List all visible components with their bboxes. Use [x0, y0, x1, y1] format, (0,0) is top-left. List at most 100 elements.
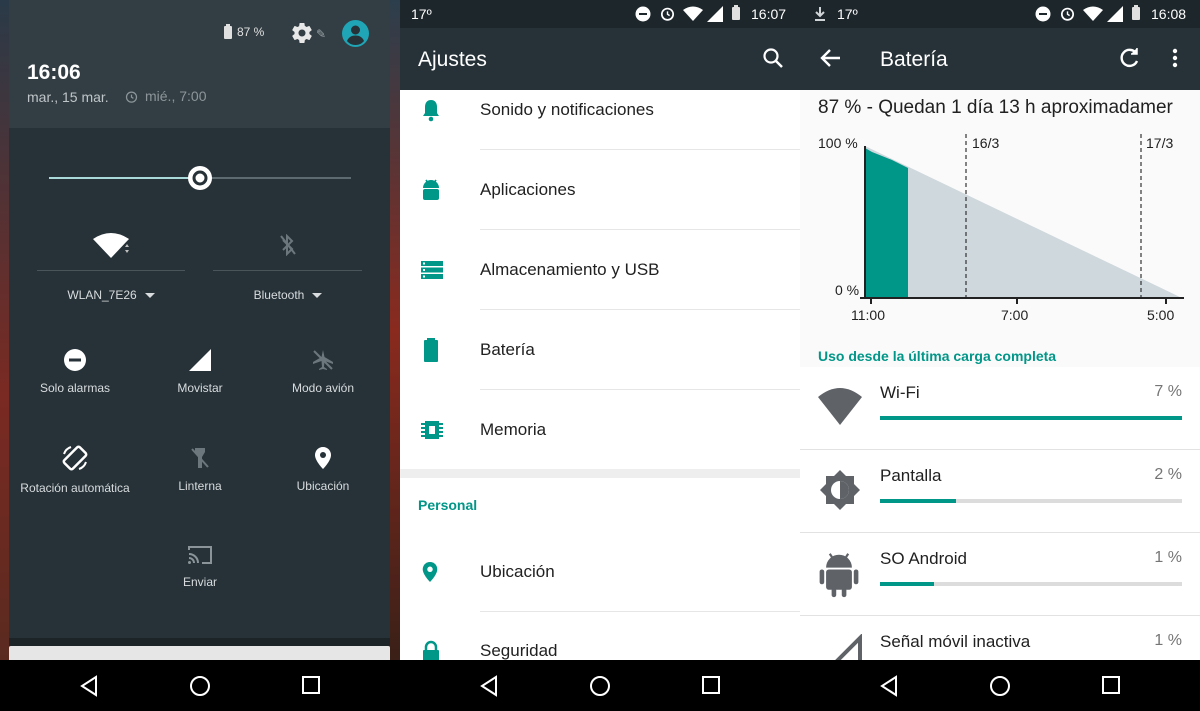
section-header-personal: Personal — [418, 497, 478, 513]
flashlight-off-icon — [191, 448, 209, 468]
lock-icon — [423, 640, 439, 660]
avatar[interactable] — [342, 20, 369, 47]
battery-used-area — [865, 148, 908, 298]
wifi-tile[interactable] — [36, 232, 186, 261]
settings-gear-icon[interactable] — [290, 21, 314, 50]
flashlight-tile[interactable]: Linterna — [135, 446, 265, 493]
airplane-icon — [313, 350, 333, 370]
next-alarm[interactable]: mié., 7:00 — [124, 88, 206, 104]
page-title: Batería — [880, 48, 948, 71]
settings-item-label: Seguridad — [480, 641, 558, 660]
wrench-icon: ✎ — [316, 27, 327, 41]
settings-item-location[interactable]: Ubicación — [400, 532, 800, 612]
clock-time[interactable]: 16:06 — [27, 61, 81, 85]
section-divider — [400, 469, 800, 478]
usage-percent: 7 % — [1154, 383, 1182, 400]
back-icon[interactable] — [478, 675, 500, 697]
settings-screen: 17º 16:07 Ajustes Sonido y notificacione… — [400, 0, 800, 711]
usage-percent: 2 % — [1154, 466, 1182, 483]
alarm-status-icon — [660, 7, 675, 21]
settings-item-label: Memoria — [480, 420, 547, 439]
panel-handle[interactable] — [9, 638, 390, 646]
dnd-status-icon — [1035, 6, 1051, 22]
refresh-icon[interactable] — [1118, 47, 1140, 69]
location-tile[interactable]: Ubicación — [258, 446, 388, 493]
usage-section-header: Uso desde la última carga completa — [818, 348, 1057, 364]
back-icon[interactable] — [878, 675, 900, 697]
do-not-disturb-icon — [64, 349, 86, 371]
nav-bar — [0, 660, 400, 711]
home-icon[interactable] — [989, 675, 1011, 697]
settings-item-battery[interactable]: Batería — [400, 310, 800, 390]
chevron-down-icon — [144, 293, 155, 299]
usage-percent: 1 % — [1154, 632, 1182, 649]
y-label-bottom: 0 % — [835, 282, 859, 298]
home-icon[interactable] — [589, 675, 611, 697]
alarm-icon — [125, 91, 138, 103]
bluetooth-tile[interactable] — [213, 233, 363, 259]
recents-icon[interactable] — [1101, 675, 1121, 695]
settings-item-sound[interactable]: Sonido y notificaciones — [400, 70, 800, 150]
search-icon[interactable] — [762, 47, 784, 69]
airplane-label: Modo avión — [291, 381, 355, 395]
back-icon[interactable] — [78, 675, 100, 697]
settings-item-storage[interactable]: Almacenamiento y USB — [400, 230, 800, 310]
battery-toolbar: Batería — [800, 28, 1200, 90]
wifi-divider — [37, 270, 185, 271]
battery-icon — [224, 23, 232, 39]
recents-icon[interactable] — [701, 675, 721, 695]
bluetooth-divider — [213, 270, 362, 271]
dnd-status-icon — [635, 6, 651, 22]
dnd-tile[interactable]: Solo alarmas — [10, 348, 140, 395]
usage-name: SO Android — [880, 549, 967, 568]
wifi-network-dropdown[interactable]: WLAN_7E26 — [36, 288, 186, 302]
cast-icon — [188, 546, 212, 564]
back-arrow-icon[interactable] — [820, 48, 842, 68]
wifi-network-label: WLAN_7E26 — [67, 288, 137, 302]
notification-card-edge — [9, 646, 390, 660]
settings-item-label: Aplicaciones — [480, 180, 576, 199]
battery-history-chart[interactable]: 100 % 0 % 16/3 17/3 11:00 7:00 5:00 — [800, 126, 1200, 336]
cell-signal-icon — [189, 349, 211, 371]
settings-item-label: Batería — [480, 340, 535, 359]
airplane-mode-tile[interactable]: Modo avión — [258, 348, 388, 395]
settings-item-apps[interactable]: Aplicaciones — [400, 150, 800, 230]
status-time: 16:07 — [751, 6, 787, 22]
chevron-down-icon — [312, 293, 323, 299]
usage-row-cell-standby[interactable]: Señal móvil inactiva 1 % — [800, 616, 1200, 660]
usage-row-screen[interactable]: Pantalla 2 % — [800, 450, 1200, 533]
home-icon[interactable] — [189, 675, 211, 697]
usage-row-android-os[interactable]: SO Android 1 % — [800, 533, 1200, 616]
clock-date[interactable]: mar., 15 mar. — [27, 89, 109, 105]
location-pin-icon — [315, 447, 331, 469]
bluetooth-dropdown[interactable]: Bluetooth — [213, 288, 363, 302]
recents-icon[interactable] — [301, 675, 321, 695]
mobile-data-tile[interactable]: Movistar — [135, 348, 265, 395]
x-tick-label: 11:00 — [851, 307, 885, 323]
bluetooth-off-icon — [280, 233, 296, 257]
usage-name: Señal móvil inactiva — [880, 632, 1031, 651]
cast-tile[interactable]: Enviar — [135, 544, 265, 589]
page-title: Ajustes — [418, 48, 487, 71]
usage-bar — [880, 416, 1182, 420]
status-bar: 17º 16:07 — [400, 0, 800, 28]
settings-item-memory[interactable]: Memoria — [400, 390, 800, 470]
nav-bar — [800, 660, 1200, 711]
alarm-status-icon — [1060, 7, 1075, 21]
brightness-thumb[interactable] — [186, 164, 214, 197]
download-icon — [815, 7, 825, 21]
overflow-menu-icon[interactable] — [1172, 48, 1178, 68]
status-bar: 17º 16:08 — [800, 0, 1200, 28]
brightness-fill — [49, 177, 200, 179]
battery-projection-area — [865, 146, 1182, 298]
day-marker-label: 16/3 — [972, 135, 999, 151]
settings-item-security[interactable]: Seguridad — [400, 612, 800, 660]
usage-bar-fill — [880, 582, 935, 586]
usage-row-wifi[interactable]: Wi-Fi 7 % — [800, 367, 1200, 450]
auto-rotate-tile[interactable]: Rotación automática — [10, 444, 140, 495]
wifi-status-icon — [683, 6, 703, 21]
usage-bar — [880, 499, 1182, 503]
signal-status-icon — [1107, 6, 1123, 22]
x-tick-label: 5:00 — [1147, 307, 1174, 323]
status-time: 16:08 — [1151, 6, 1187, 22]
